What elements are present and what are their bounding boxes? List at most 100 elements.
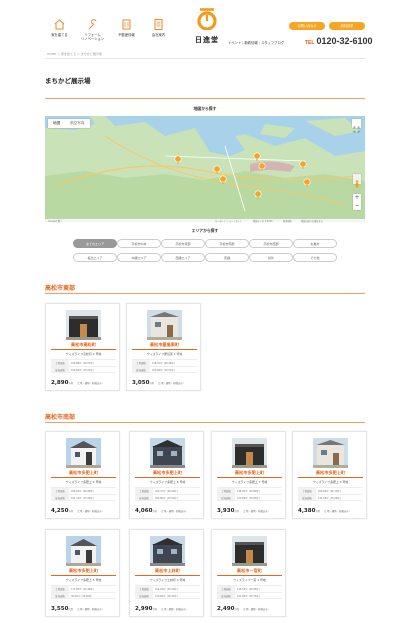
listing-name[interactable]: 高松市屋島東町 xyxy=(127,342,202,348)
logo-mark-icon xyxy=(197,8,217,31)
price-unit: 万円 xyxy=(234,608,240,611)
floor-area-row: 延床面積 100.86m² (30.51坪) xyxy=(132,366,197,373)
document-icon xyxy=(142,18,175,31)
listing-card[interactable]: 高松市多肥上町 ウィズライフ多肥上 6 号地 土地面積 200.69m² (60.70… xyxy=(292,431,367,519)
report-error-link[interactable]: 地図の誤りを報告する xyxy=(301,219,323,223)
map-marker-icon[interactable] xyxy=(299,160,307,169)
area-button-seisan[interactable]: 西讃エリア xyxy=(161,253,205,262)
area-button-other[interactable]: その他 xyxy=(293,253,337,262)
area-button-takamatsu-east[interactable]: 高松市東部 xyxy=(161,239,205,248)
listing-name[interactable]: 高松市上林町 xyxy=(130,568,205,574)
price-value: 2,490 xyxy=(217,606,235,612)
header-divider xyxy=(45,58,365,59)
listing-card[interactable]: 高松市多肥上町 ウィズライフ多肥上 5 号地 土地面積 172.85m² (52.28… xyxy=(45,529,120,617)
area-button-takamatsu-west[interactable]: 高松市西部 xyxy=(249,239,293,248)
listing-card[interactable]: 高松市一宮町 ウィズライフ一宮 1 号地 土地面積 198.54m² (60.05坪)… xyxy=(211,529,286,617)
contact-button[interactable]: お問い合わせ xyxy=(289,22,325,30)
site-header: 家を建てる リフォーム リノベーション 不動産情報 会社案内 日進堂 お問い合わ… xyxy=(0,0,410,48)
listing-name[interactable]: 高松市多肥上町 xyxy=(46,568,121,574)
house-photo[interactable] xyxy=(66,438,101,468)
map-marker-icon[interactable] xyxy=(219,175,227,184)
listing-price: 2,490万円 （土地・建物・外構込み） xyxy=(217,606,270,612)
listing-name[interactable]: 高松市多肥上町 xyxy=(293,470,368,476)
price-note: （土地・建物・外構込み） xyxy=(156,382,185,385)
floor-area-row: 延床面積 115.93m² (35.06坪) xyxy=(298,494,363,501)
area-button-takamatsu-south[interactable]: 高松市南部 xyxy=(205,239,249,248)
listing-name-underline xyxy=(298,477,363,478)
listing-name[interactable]: 高松市高松町 xyxy=(46,342,121,348)
area-button-chusan[interactable]: 中讃エリア xyxy=(117,253,161,262)
keyboard-shortcuts-link[interactable]: キーボード ショートカット xyxy=(215,219,242,223)
listing-plan: ウィズライフ一宮 1 号地 xyxy=(233,578,266,582)
terms-link[interactable]: 利用規約 xyxy=(283,219,292,223)
price-note: （土地・建物・外構込み） xyxy=(159,510,188,513)
house-photo[interactable] xyxy=(150,536,185,566)
listing-name-underline xyxy=(51,349,116,350)
floor-area-value: 100.86m² (30.51坪) xyxy=(152,369,175,372)
section-underline xyxy=(45,293,365,294)
price-value: 4,060 xyxy=(135,508,153,514)
nav-company[interactable]: 会社案内 xyxy=(142,18,175,37)
listing-name-underline xyxy=(217,575,282,576)
listing-name[interactable]: 高松市多肥上町 xyxy=(46,470,121,476)
listing-card[interactable]: 高松市高松町 ウィズライフ高松町 2 号地土地面積 163.88m² (49.57坪… xyxy=(45,303,120,391)
area-button-all[interactable]: 全てのエリア xyxy=(73,239,117,248)
map-marker-icon[interactable] xyxy=(213,165,221,174)
land-area-row: 土地面積 200.62m² (60.68坪) xyxy=(51,487,116,494)
listing-name[interactable]: 高松市一宮町 xyxy=(212,568,287,574)
map-section-title: 地図から探す xyxy=(193,106,217,111)
map-marker-icon[interactable] xyxy=(254,190,262,199)
floor-area-label: 延床面積 xyxy=(132,367,150,372)
house-photo[interactable] xyxy=(150,438,185,468)
area-button-tosan[interactable]: 東讃 xyxy=(205,253,249,262)
nav-real-estate[interactable]: 不動産情報 xyxy=(110,18,143,37)
site-logo[interactable]: 日進堂 xyxy=(187,6,227,45)
listing-plan: ウィズライフ多肥上 7 号地 xyxy=(231,480,268,484)
google-logo-link[interactable]: Googleで開く xyxy=(48,219,62,223)
listing-name[interactable]: 高松市多肥上町 xyxy=(130,470,205,476)
listing-card[interactable]: 高松市多肥上町 ウィズライフ多肥上 7 号地 土地面積 198.00m² (59.89… xyxy=(211,431,286,519)
breadcrumb[interactable]: HOME ＞ 家を建てる ＞ まちかど展示場 xyxy=(47,52,102,56)
google-map[interactable]: 地図 航空写真 + − xyxy=(45,116,365,219)
header-links[interactable]: イベント｜新着情報｜スタッフブログ xyxy=(228,40,284,45)
house-photo[interactable] xyxy=(313,438,348,468)
price-note: （土地・建物・外構込み） xyxy=(322,510,351,513)
price-unit: 万円 xyxy=(68,510,74,513)
price-value: 2,890 xyxy=(51,380,69,386)
listing-plan: ウィズライフ高松町 2 号地 xyxy=(65,352,102,356)
map-marker-icon[interactable] xyxy=(258,162,266,171)
listing-card[interactable]: 高松市多肥上町 ウィズライフ多肥上 9 号地 土地面積 200.62m² (60.68… xyxy=(45,431,120,519)
land-area-row: 土地面積 163.88m² (49.57坪) xyxy=(51,359,116,366)
house-photo[interactable] xyxy=(232,536,267,566)
map-marker-icon[interactable] xyxy=(253,152,261,161)
area-button-sakaide[interactable]: 坂出エリア xyxy=(73,253,117,262)
floor-area-row: 延床面積 100.86m² (30.51坪) xyxy=(135,592,200,599)
map-marker-icon[interactable] xyxy=(303,178,311,187)
listing-plan: ウィズライフ多肥上 5 号地 xyxy=(65,578,102,582)
request-docs-button[interactable]: 資料請求 xyxy=(329,22,365,30)
listing-card[interactable]: 高松市上林町 ウィズライフ上林町 3 号地 土地面積 166.03m² (50.22坪… xyxy=(129,529,204,617)
price-note: （土地・建物・外構込み） xyxy=(75,608,104,611)
phone-number[interactable]: TEL 0120-32-6100 xyxy=(305,36,373,46)
listing-card[interactable]: 高松市多肥上町 ウィズライフ多肥上 8 号地 土地面積 200.47m² (60.64… xyxy=(129,431,204,519)
area-button-takamatsu-central[interactable]: 高松市中央 xyxy=(117,239,161,248)
house-photo[interactable] xyxy=(66,536,101,566)
nav-build-house[interactable]: 家を建てる xyxy=(43,18,76,37)
area-button-marugame[interactable]: 丸亀市 xyxy=(293,239,337,248)
land-area-row: 土地面積 166.03m² (50.22坪) xyxy=(135,585,200,592)
listing-plan: ウィズライフ屋島東 3 号地 xyxy=(146,352,183,356)
map-marker-icon[interactable] xyxy=(174,155,182,164)
house-photo[interactable] xyxy=(232,438,267,468)
house-photo[interactable] xyxy=(147,310,182,340)
floor-area-row: 延床面積 100.86m² (30.51坪) xyxy=(51,366,116,373)
area-button-outside-pref[interactable]: 県外 xyxy=(249,253,293,262)
listing-card[interactable]: 高松市屋島東町 ウィズライフ屋島東 3 号地 土地面積 218.01m² (65.94… xyxy=(126,303,201,391)
floor-area-row: 延床面積 101.68m² (30.75坪) xyxy=(217,592,282,599)
price-unit: 万円 xyxy=(68,382,74,385)
price-value: 4,380 xyxy=(298,508,316,514)
nav-reform[interactable]: リフォーム リノベーション xyxy=(76,18,109,41)
listing-name[interactable]: 高松市多肥上町 xyxy=(212,470,287,476)
house-photo[interactable] xyxy=(66,310,101,340)
building-icon xyxy=(110,18,143,31)
price-unit: 万円 xyxy=(149,382,155,385)
